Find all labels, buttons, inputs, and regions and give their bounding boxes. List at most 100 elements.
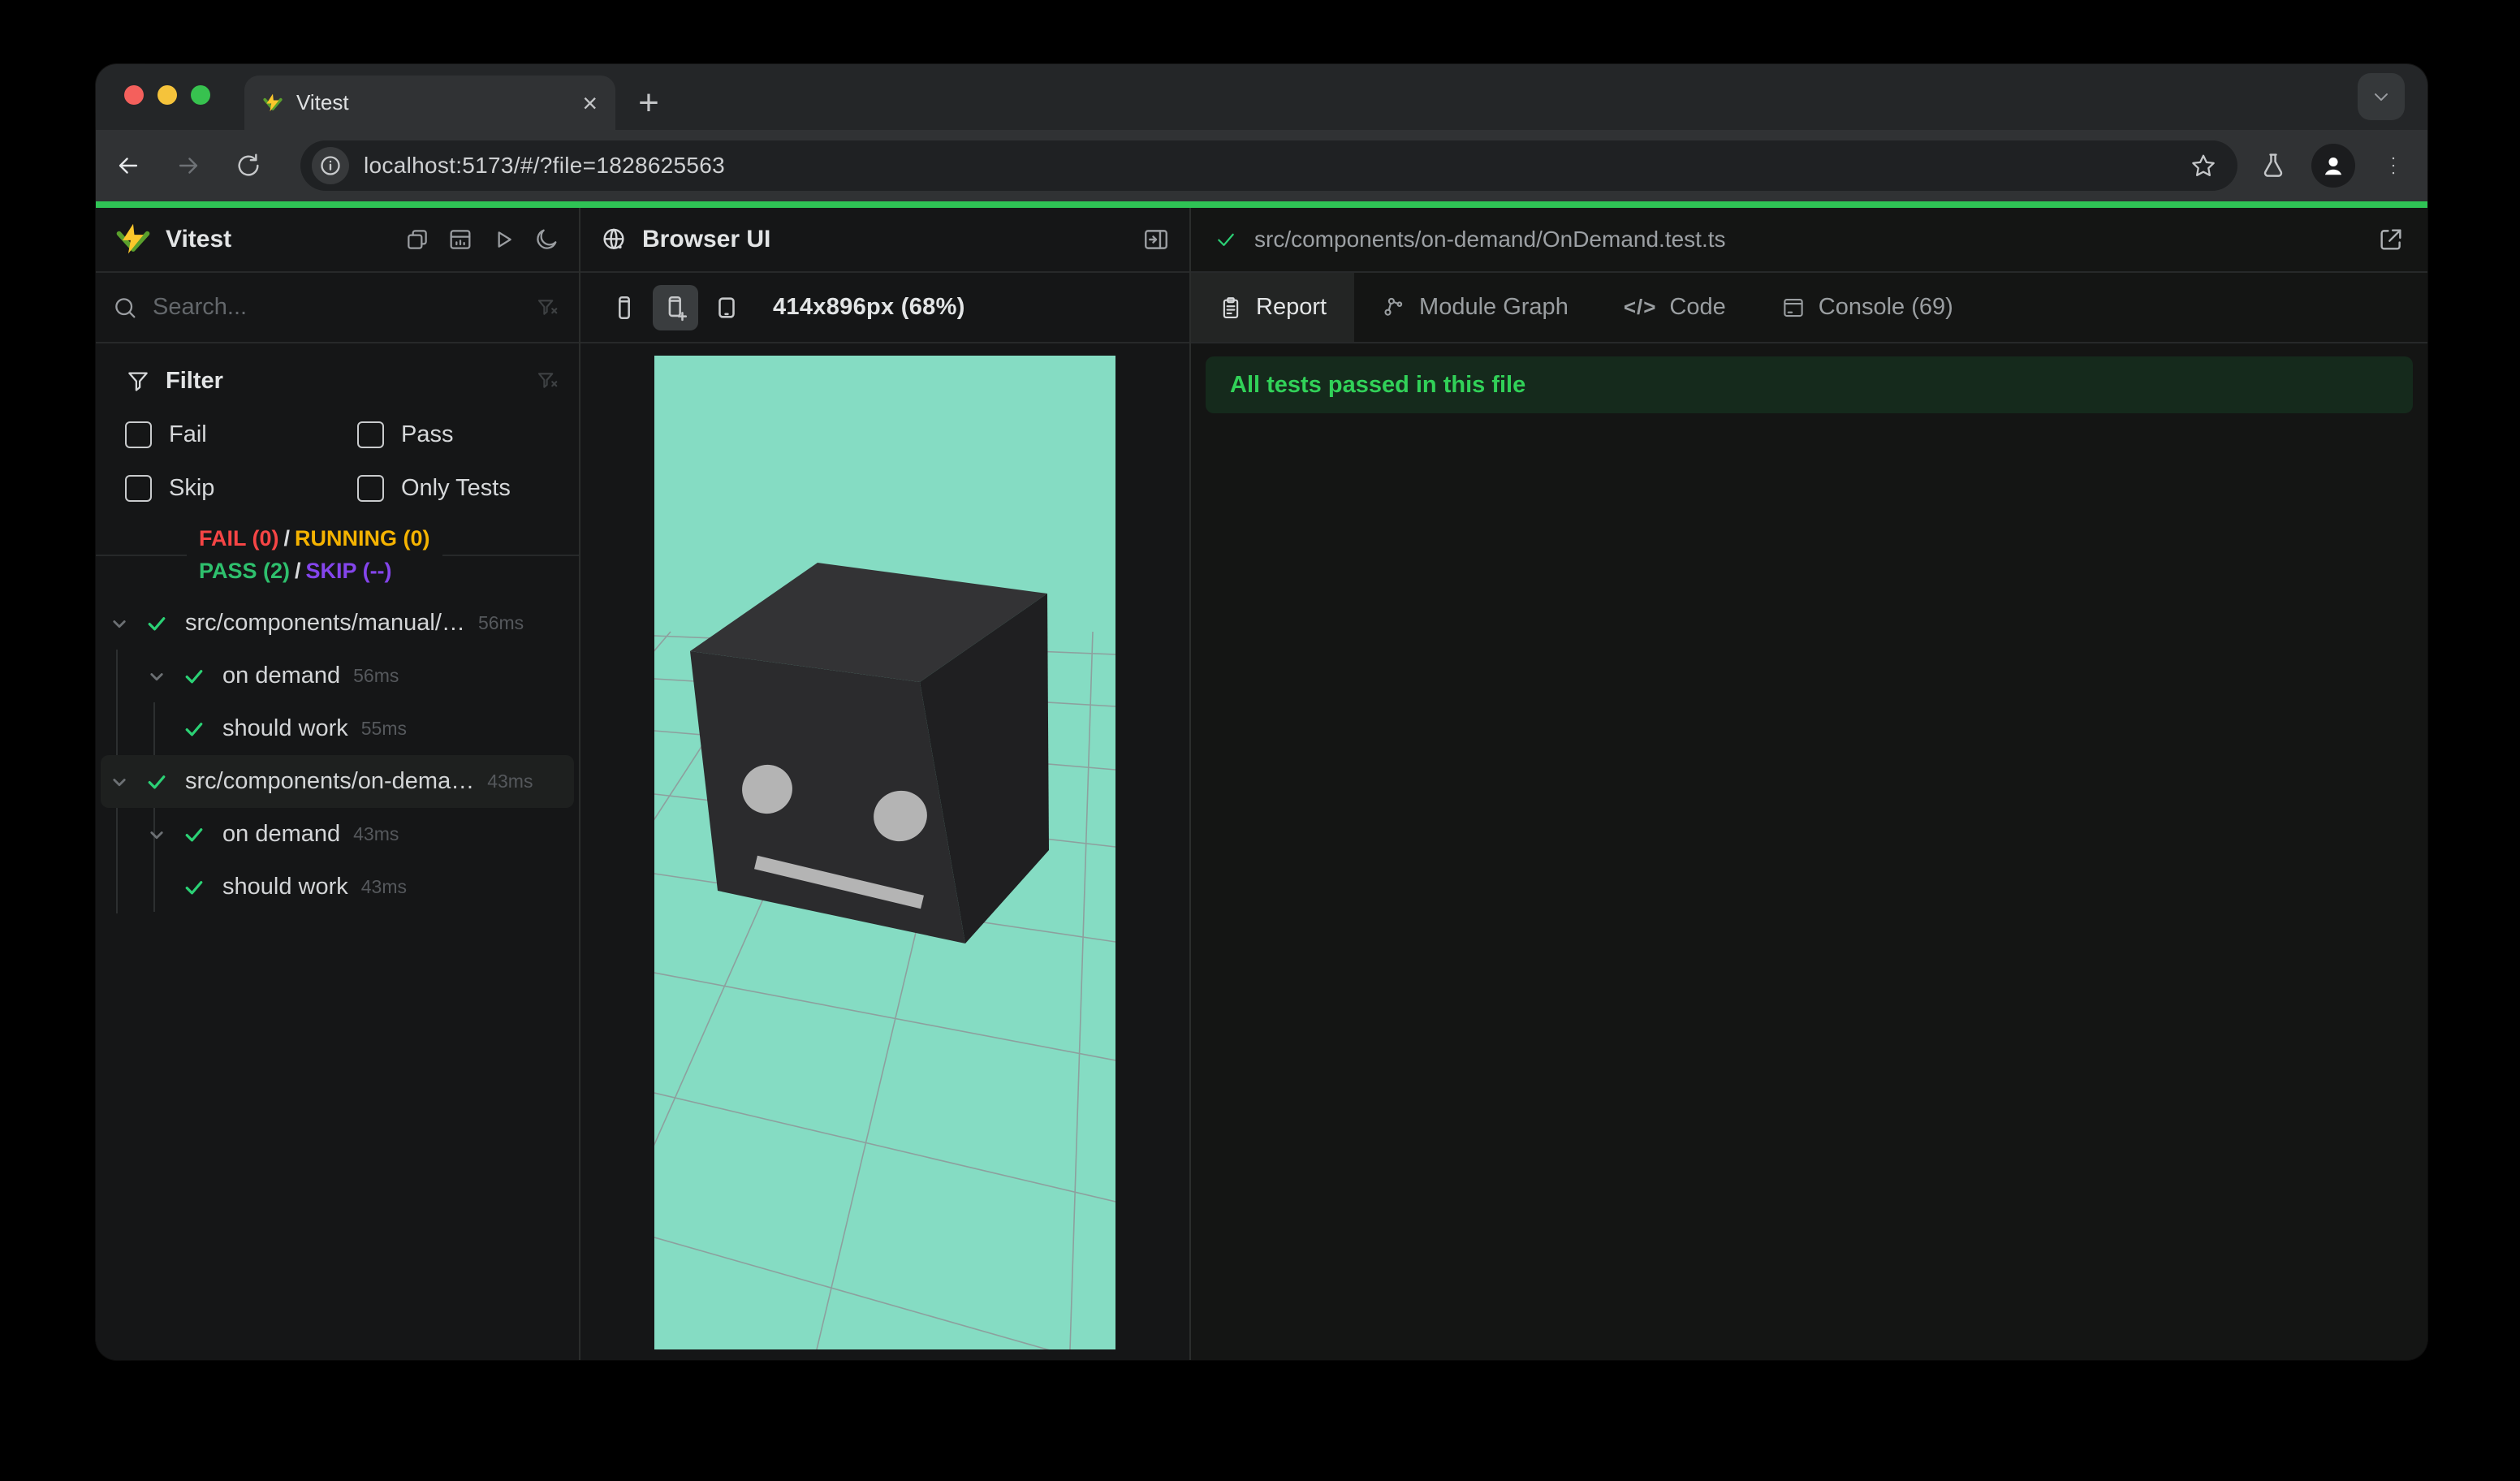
browser-menu-icon[interactable] bbox=[2371, 143, 2416, 188]
tree-row-suite[interactable]: on demand 56ms bbox=[101, 650, 574, 702]
collapse-panels-icon[interactable] bbox=[404, 227, 430, 253]
back-button[interactable] bbox=[106, 143, 151, 188]
chevron-down-icon[interactable] bbox=[145, 823, 169, 847]
open-external-icon[interactable] bbox=[2377, 226, 2405, 253]
tab-label: Module Graph bbox=[1419, 294, 1569, 320]
checkbox-pass[interactable] bbox=[357, 421, 384, 448]
site-info-icon[interactable] bbox=[312, 147, 349, 184]
tab-title: Vitest bbox=[296, 90, 349, 114]
device-tablet-button[interactable] bbox=[704, 285, 749, 330]
report-header: src/components/on-demand/OnDemand.test.t… bbox=[1191, 208, 2427, 273]
search-row bbox=[96, 273, 579, 343]
tab-label: Console (69) bbox=[1818, 294, 1953, 320]
pass-check-icon bbox=[145, 770, 169, 794]
close-window-button[interactable] bbox=[124, 85, 144, 105]
checkbox-fail[interactable] bbox=[125, 421, 152, 448]
all-tests-passed-banner: All tests passed in this file bbox=[1206, 356, 2413, 413]
panel-right-icon[interactable] bbox=[1142, 226, 1170, 253]
experiments-flask-icon[interactable] bbox=[2250, 143, 2296, 188]
tree-row-file[interactable]: src/components/manual/… 56ms bbox=[101, 597, 574, 650]
tree-row-test[interactable]: should work 43ms bbox=[101, 861, 574, 913]
running-count: RUNNING (0) bbox=[295, 526, 430, 551]
avatar bbox=[2311, 144, 2355, 188]
device-phone-plus-button[interactable] bbox=[653, 284, 698, 330]
filter-option-skip[interactable]: Skip bbox=[125, 474, 357, 502]
zoom-window-button[interactable] bbox=[191, 85, 210, 105]
run-all-play-icon[interactable] bbox=[490, 227, 516, 253]
browser-tab[interactable]: Vitest × bbox=[244, 76, 615, 130]
filter-option-pass[interactable]: Pass bbox=[357, 421, 453, 448]
tab-console[interactable]: Console (69) bbox=[1754, 273, 1981, 342]
dark-mode-moon-icon[interactable] bbox=[533, 227, 559, 253]
tab-close-icon[interactable]: × bbox=[582, 90, 598, 116]
fail-count: FAIL (0) bbox=[199, 526, 279, 551]
tree-row-suite[interactable]: on demand 43ms bbox=[101, 808, 574, 861]
window-controls bbox=[124, 85, 210, 105]
vitest-favicon bbox=[262, 93, 283, 114]
minimize-window-button[interactable] bbox=[158, 85, 177, 105]
vitest-logo-icon bbox=[115, 222, 151, 257]
test-stats: FAIL (0) / RUNNING (0) PASS (2) / SKIP (--) bbox=[96, 522, 579, 587]
browser-viewport[interactable] bbox=[654, 356, 1115, 1349]
sidebar: Vitest Search... Filter Fail Pass Skip O… bbox=[96, 208, 580, 1360]
device-phone-button[interactable] bbox=[602, 285, 647, 330]
pass-check-icon bbox=[182, 875, 206, 900]
browser-ui-header: Browser UI bbox=[580, 208, 1189, 273]
report-panel: src/components/on-demand/OnDemand.test.t… bbox=[1191, 208, 2427, 1360]
clear-filter-icon[interactable] bbox=[535, 369, 559, 393]
duration-badge: 56ms bbox=[477, 612, 524, 633]
robot-cube bbox=[690, 563, 1049, 943]
tree-row-test[interactable]: should work 55ms bbox=[101, 702, 574, 755]
search-input[interactable] bbox=[153, 294, 535, 321]
reload-button[interactable] bbox=[226, 143, 271, 188]
skip-count: SKIP (--) bbox=[305, 559, 392, 583]
filter-title: Filter bbox=[166, 367, 223, 394]
tab-label: Code bbox=[1669, 294, 1726, 320]
clear-filter-icon[interactable] bbox=[535, 296, 559, 320]
duration-badge: 43ms bbox=[487, 771, 533, 792]
address-bar[interactable]: localhost:5173/#/?file=1828625563 bbox=[300, 140, 2237, 191]
new-tab-button[interactable]: + bbox=[628, 82, 670, 124]
url-text[interactable]: localhost:5173/#/?file=1828625563 bbox=[364, 153, 2182, 179]
test-tree: src/components/manual/… 56ms on demand 5… bbox=[96, 597, 579, 913]
checkbox-skip[interactable] bbox=[125, 474, 152, 502]
tree-row-file-selected[interactable]: src/components/on-dema… 43ms bbox=[101, 755, 574, 808]
filter-funnel-icon bbox=[125, 368, 151, 394]
pass-check-icon bbox=[182, 717, 206, 741]
viewport-size-label[interactable]: 414x896px (68%) bbox=[773, 294, 965, 321]
pass-count: PASS (2) bbox=[199, 559, 291, 583]
vitest-app: Vitest Search... Filter Fail Pass Skip O… bbox=[96, 208, 2427, 1360]
chevron-down-icon[interactable] bbox=[145, 664, 169, 689]
chevron-down-icon[interactable] bbox=[107, 770, 132, 794]
module-graph-icon bbox=[1382, 296, 1406, 320]
browser-toolbar: localhost:5173/#/?file=1828625563 bbox=[96, 130, 2427, 201]
pass-check-icon bbox=[182, 664, 206, 689]
forward-button[interactable] bbox=[166, 143, 211, 188]
device-toolbar: 414x896px (68%) bbox=[580, 273, 1189, 343]
report-tabs: Report Module Graph </> Code Console (69… bbox=[1191, 273, 2427, 343]
tab-label: Report bbox=[1256, 294, 1327, 320]
dashboard-report-icon[interactable] bbox=[447, 227, 473, 253]
profile-button[interactable] bbox=[2311, 143, 2356, 188]
search-icon bbox=[112, 295, 138, 321]
test-file-path: src/components/on-demand/OnDemand.test.t… bbox=[1254, 227, 1726, 252]
viewport-area bbox=[580, 343, 1189, 1360]
pass-check-icon bbox=[182, 823, 206, 847]
filter-option-fail[interactable]: Fail bbox=[125, 421, 357, 448]
tab-search-button[interactable] bbox=[2358, 73, 2405, 120]
checkbox-only-tests[interactable] bbox=[357, 474, 384, 502]
pass-check-icon bbox=[145, 611, 169, 636]
tab-report[interactable]: Report bbox=[1191, 273, 1355, 342]
browser-ui-panel: Browser UI 414x896px (68%) bbox=[580, 208, 1191, 1360]
chevron-down-icon[interactable] bbox=[107, 611, 132, 636]
filter-section: Filter Fail Pass Skip Only Tests bbox=[96, 343, 579, 514]
vitest-accent-line bbox=[96, 201, 2427, 208]
bookmark-star-icon[interactable] bbox=[2182, 145, 2224, 187]
app-title: Vitest bbox=[166, 226, 232, 253]
duration-badge: 55ms bbox=[360, 718, 407, 739]
pass-check-icon bbox=[1214, 227, 1238, 252]
tab-code[interactable]: </> Code bbox=[1596, 273, 1754, 342]
tab-module-graph[interactable]: Module Graph bbox=[1354, 273, 1596, 342]
filter-option-only-tests[interactable]: Only Tests bbox=[357, 474, 511, 502]
code-icon: </> bbox=[1623, 295, 1657, 319]
